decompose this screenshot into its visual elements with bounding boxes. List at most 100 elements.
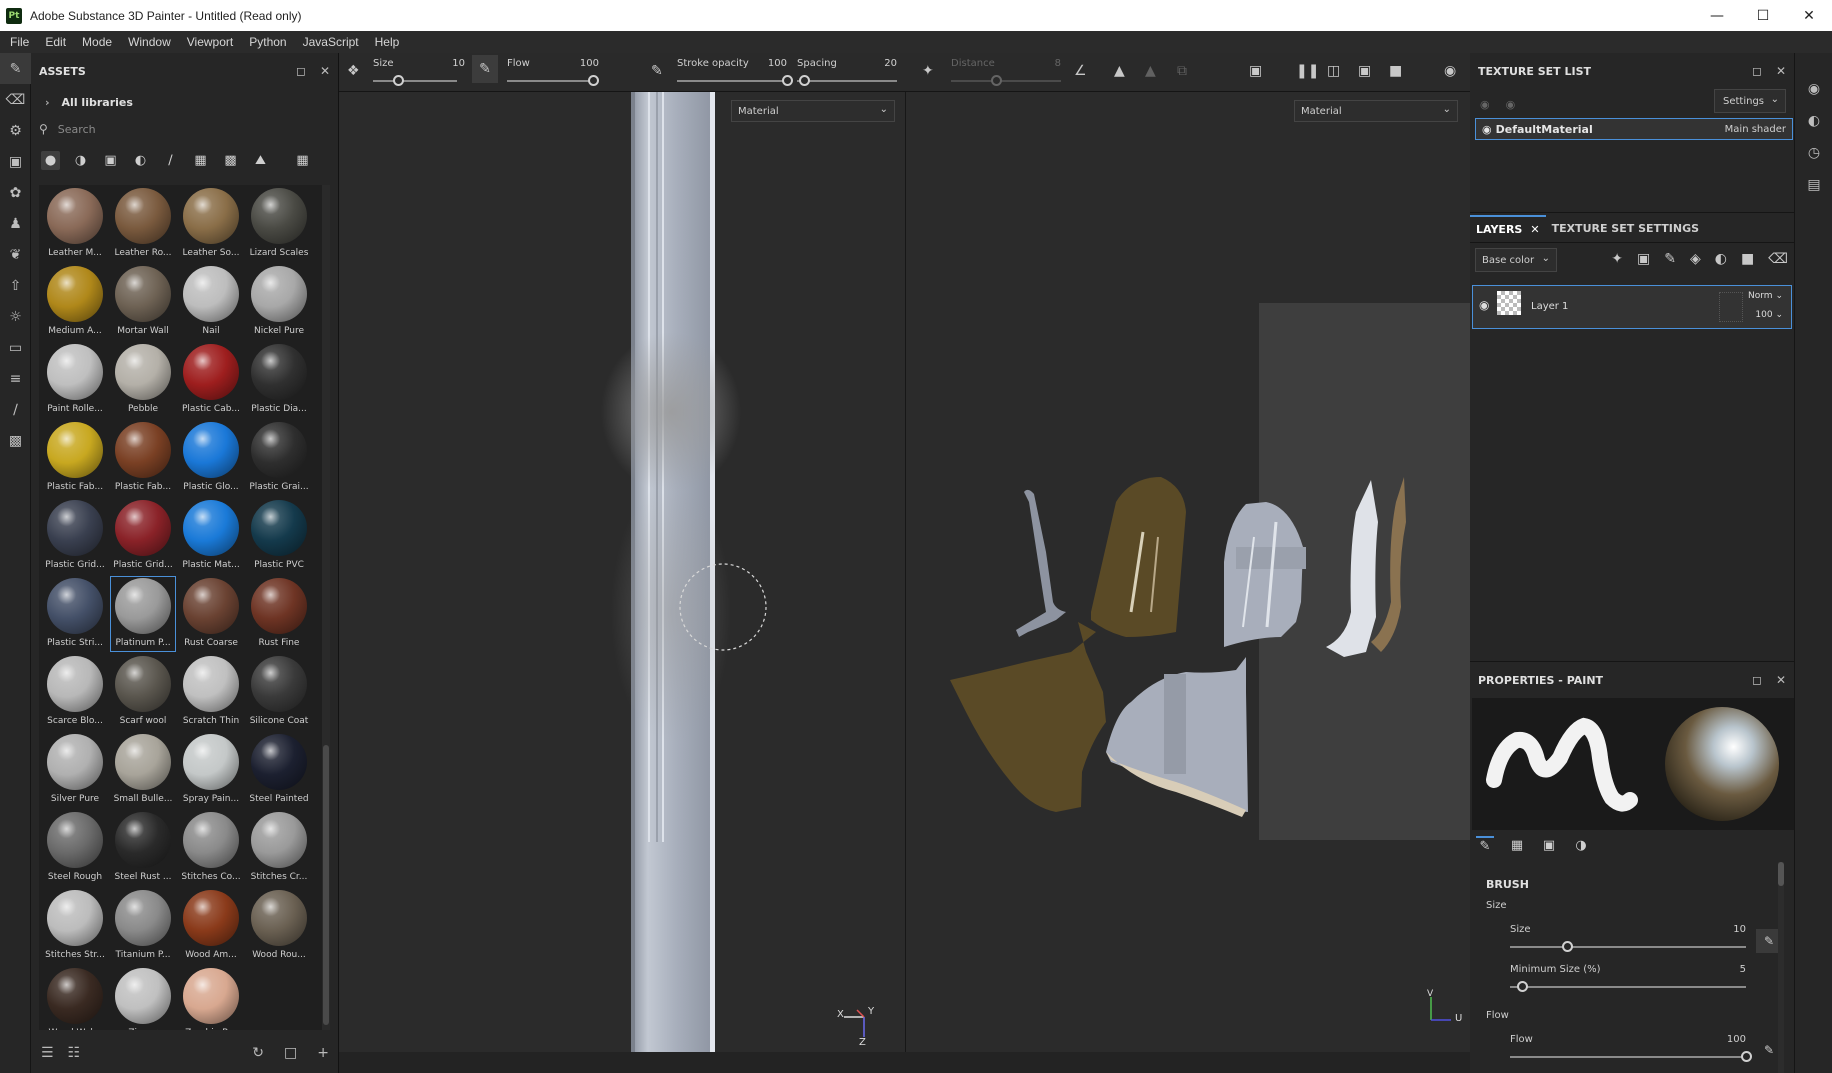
asset-tile[interactable]: Plastic PVC	[245, 497, 313, 575]
layer-visibility-icon[interactable]: ◉	[1479, 298, 1489, 312]
add-fill-layer-icon[interactable]: ◈	[1690, 251, 1701, 267]
toolbar-size[interactable]: Size 10	[373, 53, 465, 92]
view-3d-icon[interactable]: ▣	[1358, 63, 1371, 79]
smudge-icon[interactable]: ✿	[0, 177, 31, 208]
polygon-fill-icon[interactable]: ▣	[0, 146, 31, 177]
clone-stamp-icon[interactable]: ♟	[0, 208, 31, 239]
scrollbar-thumb[interactable]	[1778, 862, 1784, 886]
menu-javascript[interactable]: JavaScript	[295, 35, 367, 49]
pen-pressure-icon[interactable]: ✎	[472, 55, 498, 83]
filter-textures-icon[interactable]: ▦	[191, 151, 210, 170]
flow-slider-knob[interactable]	[1741, 1051, 1752, 1062]
tab-layers[interactable]: LAYERS ✕	[1470, 214, 1546, 243]
layer-opacity[interactable]: 100 ⌄	[1755, 310, 1783, 320]
asset-tile[interactable]: Wood Am...	[177, 887, 245, 965]
layer-stack-icon[interactable]: ≡	[0, 363, 31, 394]
asset-tile[interactable]: Titanium P...	[109, 887, 177, 965]
asset-tile[interactable]: Pebble	[109, 341, 177, 419]
viewport-3d-mode-dropdown[interactable]: Material ⌄	[731, 100, 895, 122]
toolbar-stroke-opacity[interactable]: Stroke opacity 100	[677, 53, 793, 92]
layer-blend-mode[interactable]: Norm ⌄	[1748, 291, 1783, 301]
flow-value[interactable]: 100	[1670, 1034, 1746, 1045]
add-folder-icon[interactable]: ■	[1741, 251, 1754, 267]
filter-brushes-icon[interactable]: ∕	[161, 151, 180, 170]
color-picker-icon[interactable]: ❦	[0, 239, 31, 270]
texture-set-settings-dropdown[interactable]: Settings ⌄	[1714, 89, 1786, 113]
asset-tile[interactable]: Leather So...	[177, 185, 245, 263]
export-icon[interactable]: ⇧	[0, 270, 31, 301]
maximize-button[interactable]: ☐	[1740, 0, 1786, 31]
properties-scrollbar[interactable]	[1778, 862, 1784, 1073]
add-smart-material-icon[interactable]: ◐	[1715, 251, 1727, 267]
add-paint-layer-icon[interactable]: ✎	[1664, 251, 1676, 267]
asset-tile[interactable]: Plastic Cab...	[177, 341, 245, 419]
asset-tile[interactable]: Steel Rust ...	[109, 809, 177, 887]
asset-tile[interactable]: Plastic Fab...	[41, 419, 109, 497]
pause-icon[interactable]: ❚❚	[1296, 63, 1319, 79]
eye-icon[interactable]: ◉	[1482, 123, 1492, 136]
toolbar-spacing[interactable]: Spacing 20	[797, 53, 897, 92]
asset-tile[interactable]: Plastic Fab...	[109, 419, 177, 497]
paint-brush-icon[interactable]: ✎	[0, 53, 31, 84]
minimize-button[interactable]: —	[1694, 0, 1740, 31]
asset-tile[interactable]: Plastic Stri...	[41, 575, 109, 653]
filter-patterns-icon[interactable]: ▩	[221, 151, 240, 170]
geometry-mask-icon[interactable]: ▭	[0, 332, 31, 363]
camera-icon[interactable]: ■	[1389, 63, 1402, 79]
hide-icon[interactable]: ◉	[1480, 98, 1490, 111]
asset-tile[interactable]: Scarce Blo...	[41, 653, 109, 731]
size-value[interactable]: 10	[1670, 924, 1746, 935]
asset-tile[interactable]: Stitches Cr...	[245, 809, 313, 887]
toolbar-size-slider[interactable]	[373, 80, 457, 82]
view-split-icon[interactable]: ◫	[1327, 63, 1340, 79]
asset-tile[interactable]: Plastic Dia...	[245, 341, 313, 419]
toolbar-spacing-knob[interactable]	[799, 75, 810, 86]
display-settings-icon[interactable]: ◉	[1795, 73, 1832, 105]
viewport-3d[interactable]: X Y Z Material ⌄	[339, 92, 904, 1052]
menu-python[interactable]: Python	[241, 35, 294, 49]
asset-tile[interactable]: Stitches Str...	[41, 887, 109, 965]
undock-icon[interactable]: ◻	[1752, 64, 1762, 78]
log-icon[interactable]: ▤	[1795, 169, 1832, 201]
eraser-icon[interactable]: ⌫	[0, 84, 31, 115]
3d-mesh-view[interactable]	[339, 92, 904, 1052]
brush-preset-icon[interactable]: ❖	[347, 63, 360, 79]
shader-settings-icon[interactable]: ◐	[1795, 105, 1832, 137]
brush-tab-icon[interactable]: ✎	[1476, 836, 1494, 854]
screenshot-icon[interactable]: ▩	[0, 425, 31, 456]
viewport-2d[interactable]: Material ⌄ V U	[905, 92, 1797, 1052]
asset-scrollbar[interactable]	[322, 185, 330, 1030]
filter-materials-icon[interactable]: ●	[41, 150, 60, 170]
menu-viewport[interactable]: Viewport	[179, 35, 241, 49]
toolbar-spacing-slider[interactable]	[797, 80, 897, 82]
add-effect-icon[interactable]: ✦	[1611, 251, 1623, 267]
layer-name[interactable]: Layer 1	[1531, 301, 1568, 312]
asset-tile[interactable]: Silver Pure	[41, 731, 109, 809]
material-tab-icon[interactable]: ▦	[1508, 836, 1526, 854]
asset-tile[interactable]: Rust Fine	[245, 575, 313, 653]
toolbar-stroke-opacity-knob[interactable]	[782, 75, 793, 86]
bake-icon[interactable]: ☼	[0, 301, 31, 332]
min-size-slider[interactable]	[1510, 986, 1746, 988]
asset-search[interactable]: ⚲ Search	[39, 117, 330, 141]
size-slider[interactable]	[1510, 946, 1746, 948]
close-panel-icon[interactable]: ✕	[1776, 673, 1786, 687]
asset-tile[interactable]: Plastic Grid...	[41, 497, 109, 575]
uv-islands[interactable]	[906, 92, 1471, 1052]
menu-window[interactable]: Window	[120, 35, 179, 49]
library-selector[interactable]: › All libraries	[31, 89, 338, 115]
filter-masks-icon[interactable]: ▣	[101, 151, 120, 170]
asset-tile[interactable]: Stitches Co...	[177, 809, 245, 887]
asset-tile[interactable]: Platinum P...	[109, 575, 177, 653]
size-slider-knob[interactable]	[1561, 941, 1573, 952]
asset-tile[interactable]: Zipper	[109, 965, 177, 1030]
asset-tile[interactable]: Scarf wool	[109, 653, 177, 731]
toolbar-size-knob[interactable]	[393, 75, 404, 86]
flow-pressure-icon[interactable]: ✎	[651, 63, 663, 79]
grid-view-icon[interactable]: ▦	[293, 151, 312, 170]
menu-mode[interactable]: Mode	[74, 35, 120, 49]
asset-tile[interactable]: Plastic Mat...	[177, 497, 245, 575]
layer-row[interactable]: ◉ Layer 1 Norm ⌄ 100 ⌄	[1472, 285, 1792, 329]
close-panel-icon[interactable]: ✕	[1776, 64, 1786, 78]
close-window-button[interactable]: ✕	[1786, 0, 1832, 31]
